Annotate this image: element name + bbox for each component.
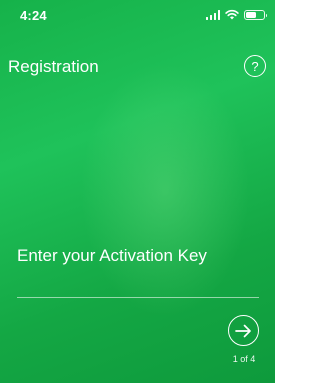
status-icons xyxy=(205,9,267,20)
wifi-icon xyxy=(225,9,239,20)
battery-level xyxy=(246,11,256,18)
battery-icon xyxy=(244,9,267,20)
status-time: 4:24 xyxy=(20,8,47,23)
step-indicator: 1 of 4 xyxy=(232,354,256,364)
registration-screen: 4:24 Registration ? Enter your Activatio… xyxy=(0,0,275,383)
arrow-right-icon xyxy=(235,324,251,337)
status-bar: 4:24 xyxy=(0,0,275,26)
question-circle-icon: ? xyxy=(251,58,259,74)
cellular-signal-icon xyxy=(205,10,220,20)
next-button[interactable] xyxy=(228,315,259,346)
page-title: Registration xyxy=(8,57,99,76)
activation-key-input[interactable] xyxy=(17,272,259,298)
activation-key-prompt: Enter your Activation Key xyxy=(17,246,207,265)
help-button[interactable]: ? xyxy=(244,55,266,77)
